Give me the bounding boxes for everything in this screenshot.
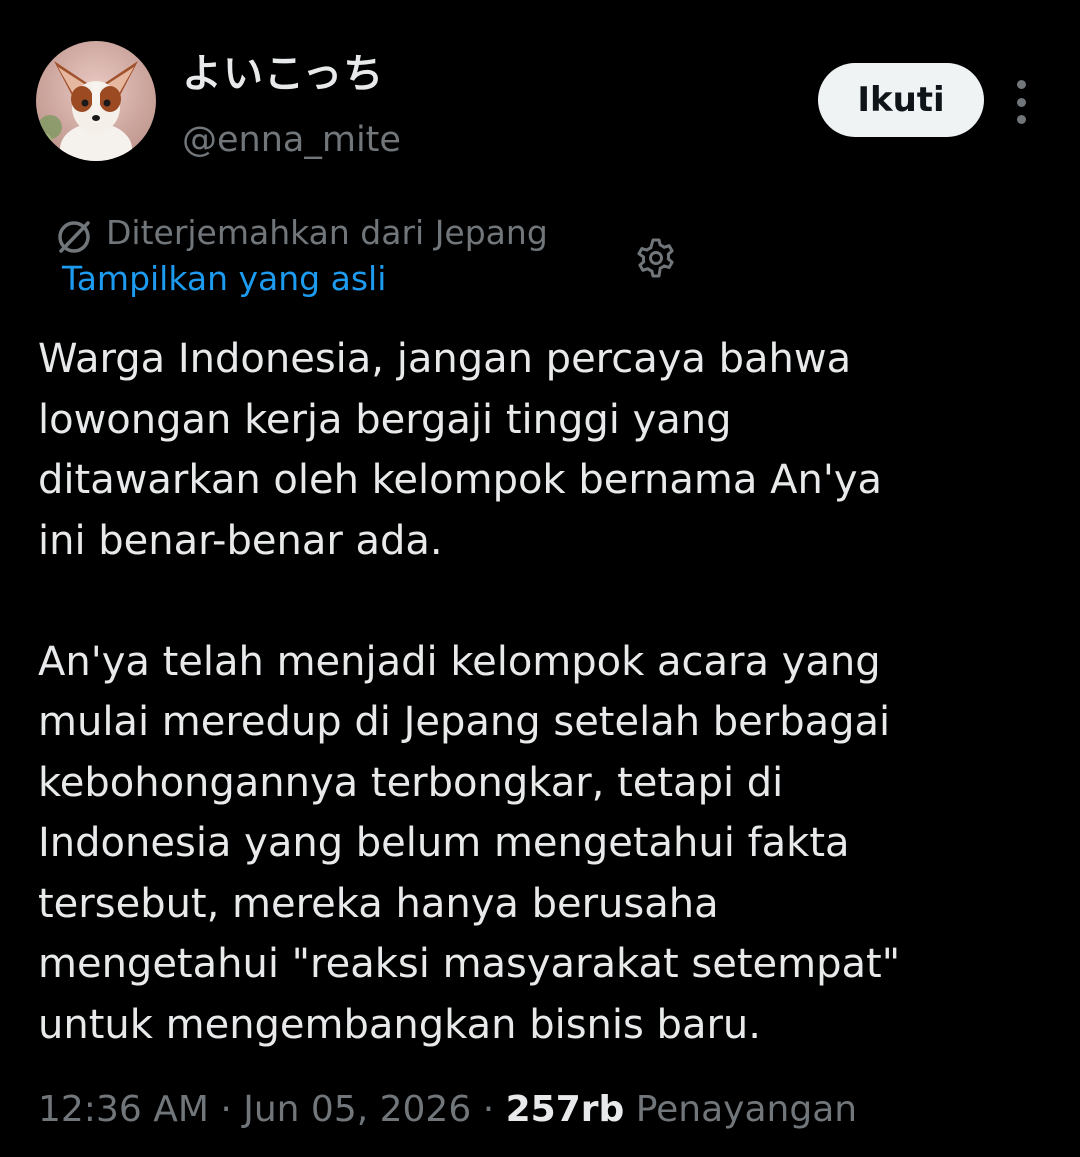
translated-from-label: Diterjemahkan dari Jepang — [106, 213, 548, 252]
tweet-detail: よいこっち @enna_mite Ikuti Diterjemahkan dar… — [0, 0, 1080, 1157]
gear-icon[interactable] — [634, 236, 678, 280]
views-count[interactable]: 257rb — [506, 1089, 625, 1130]
translate-icon — [58, 221, 90, 253]
tweet-time[interactable]: 12:36 AM — [38, 1089, 209, 1130]
tweet-text: Warga Indonesia, jangan percaya bahwa lo… — [38, 329, 1048, 1055]
views-label[interactable]: Penayangan — [636, 1089, 857, 1130]
meta-separator: · — [471, 1089, 506, 1130]
meta-separator: · — [208, 1089, 244, 1130]
papillon-dog-avatar-icon — [36, 41, 156, 161]
tweet-paragraph: An'ya telah menjadi kelompok acara yang … — [38, 638, 901, 1048]
more-options-button[interactable] — [1008, 80, 1034, 124]
more-vertical-icon-dot — [1016, 97, 1026, 107]
display-name[interactable]: よいこっち — [182, 48, 384, 100]
show-original-link[interactable]: Tampilkan yang asli — [62, 256, 386, 302]
tweet-meta: 12:36 AM · Jun 05, 2026 · 257rb Penayang… — [38, 1082, 857, 1138]
user-handle[interactable]: @enna_mite — [182, 118, 401, 162]
more-vertical-icon-dot — [1016, 115, 1026, 124]
more-vertical-icon — [1016, 80, 1026, 89]
follow-button[interactable]: Ikuti — [818, 63, 984, 137]
tweet-date[interactable]: Jun 05, 2026 — [243, 1089, 471, 1130]
avatar[interactable] — [36, 41, 156, 161]
tweet-paragraph: Warga Indonesia, jangan percaya bahwa lo… — [38, 336, 883, 564]
